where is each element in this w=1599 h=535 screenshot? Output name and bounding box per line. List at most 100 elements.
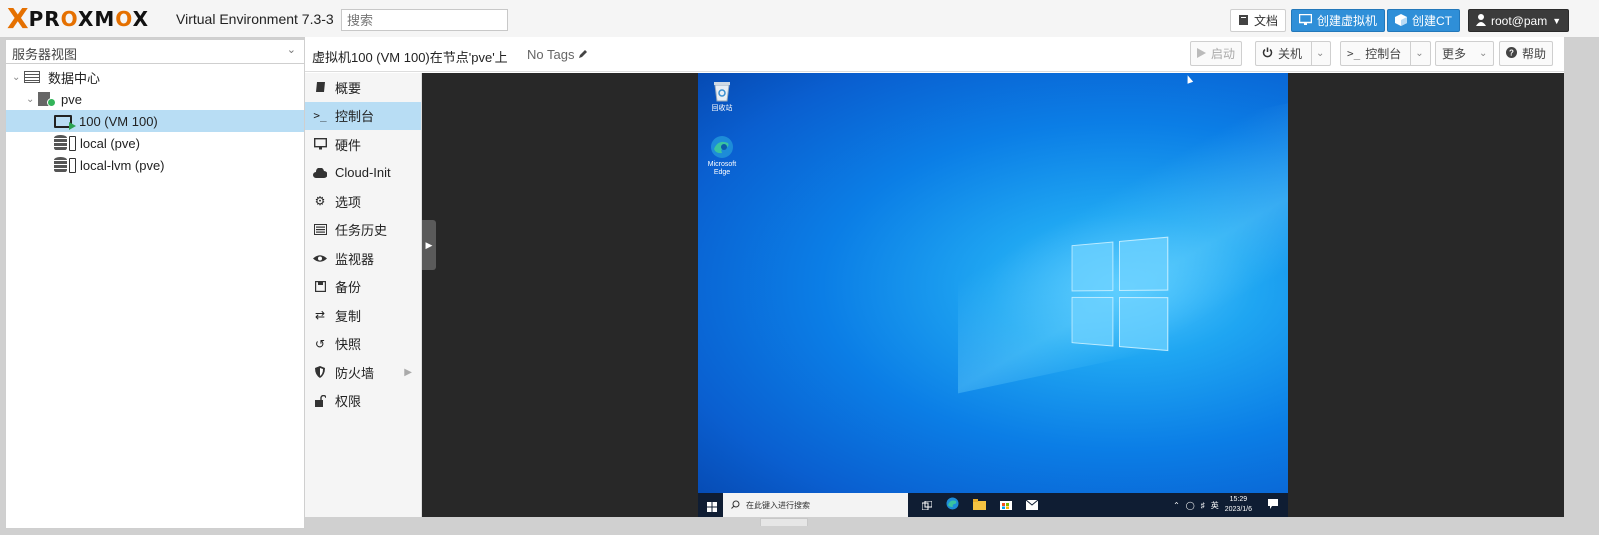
chevron-right-icon: ▶ [404,366,412,378]
mail-icon[interactable] [1025,498,1039,513]
system-tray: ⌃ ◯ ♯ 英 15:29 2023/1/6 [1173,495,1278,515]
gear-icon: ⚙ [314,194,326,209]
retweet-icon: ⇄ [314,308,326,323]
windows-start-icon[interactable] [707,500,717,515]
tree-item-storage-local-lvm[interactable]: local-lvm (pve) [6,154,304,176]
console-button[interactable]: >_ 控制台 ⌄ [1340,41,1431,66]
chevron-up-icon[interactable]: ⌃ [1173,501,1180,510]
menu-item-monitor[interactable]: 监视器 [305,244,421,273]
menu-item-console[interactable]: >_ 控制台 [305,101,421,130]
tree-item-storage-local[interactable]: local (pve) [6,132,304,154]
resource-tree-panel: 服务器视图 ⌄ ⌄ 数据中心 ⌄ pve 100 (VM 100) local … [5,39,305,529]
chevron-down-icon: ▼ [1552,15,1562,26]
menu-item-firewall[interactable]: 防火墙 ▶ [305,358,421,387]
storage-status-icon [69,157,76,173]
menu-item-backup[interactable]: 备份 [305,273,421,302]
volume-icon[interactable]: ♯ [1201,501,1205,510]
proxmox-logo[interactable]: X PROXMOX [7,2,149,35]
recycle-bin-icon [710,79,734,103]
view-selector[interactable]: 服务器视图 ⌄ [6,40,304,64]
book-icon [313,81,327,93]
svg-text:?: ? [1509,48,1514,57]
eye-icon [313,254,327,263]
question-icon: ? [1506,46,1517,61]
user-menu-button[interactable]: root@pam ▼ [1468,9,1570,32]
create-vm-button[interactable]: 创建虚拟机 [1291,9,1386,32]
menu-item-replication[interactable]: ⇄ 复制 [305,301,421,330]
taskbar-edge-icon[interactable] [946,497,959,513]
network-icon[interactable]: ◯ [1186,501,1195,510]
shield-icon [313,366,327,379]
chevron-down-icon: ⌄ [286,44,296,56]
unlock-icon [313,394,327,407]
edge-icon [710,135,734,159]
search-icon [731,500,740,511]
input-language[interactable]: 英 [1211,500,1219,511]
vm-running-icon [54,114,76,130]
bottom-log-panel-toggle[interactable] [760,518,808,526]
desktop-icon-edge[interactable]: Microsoft Edge [702,135,742,177]
taskbar-clock[interactable]: 15:29 2023/1/6 [1225,495,1252,515]
more-button[interactable]: 更多 ⌄ [1435,41,1495,66]
menu-item-task-history[interactable]: 任务历史 [305,216,421,245]
windows-logo [1071,236,1175,356]
terminal-icon: >_ [313,109,327,123]
logo-x: X [7,2,29,35]
vm-header: 虚拟机100 (VM 100)在节点'pve'上 No Tags 启动 关机 ⌄… [305,37,1564,72]
power-icon [1262,47,1273,61]
list-icon [313,224,327,236]
storage-status-icon [69,135,76,151]
play-icon [1197,47,1206,61]
tags-area[interactable]: No Tags [527,47,588,62]
tree-item-datacenter[interactable]: ⌄ 数据中心 [6,66,304,88]
taskbar-search-box[interactable]: 在此键入进行搜索 [723,493,908,517]
windows-taskbar: 在此键入进行搜索 ⌃ ◯ ♯ 英 15:29 2023/1/6 [698,493,1288,517]
help-button[interactable]: ? 帮助 [1499,41,1554,66]
chevron-down-icon: ⌄ [1479,48,1488,59]
terminal-icon: >_ [1347,47,1361,60]
storage-icon [54,157,67,173]
tree-item-pve[interactable]: ⌄ pve [6,88,304,110]
floppy-icon [313,281,327,293]
notification-icon[interactable] [1268,499,1278,511]
pencil-icon[interactable] [578,47,588,62]
resource-tree: ⌄ 数据中心 ⌄ pve 100 (VM 100) local (pve) lo… [6,66,304,176]
logo-wordmark: PROXMOX [28,7,149,31]
console-sidebar-toggle[interactable]: ▶ [422,220,436,270]
desktop-icon-recycle-bin[interactable]: 回收站 [702,79,742,113]
file-explorer-icon[interactable] [973,498,986,513]
menu-item-cloud-init[interactable]: Cloud-Init [305,159,421,188]
shutdown-button[interactable]: 关机 ⌄ [1255,41,1332,66]
menu-item-permissions[interactable]: 权限 [305,387,421,416]
page-title: 虚拟机100 (VM 100)在节点'pve'上 [312,50,508,65]
search-input[interactable] [341,9,508,31]
node-online-icon [38,92,56,107]
menu-item-snapshots[interactable]: ↺ 快照 [305,330,421,359]
menu-item-options[interactable]: ⚙ 选项 [305,187,421,216]
mouse-cursor-icon [1184,74,1194,84]
monitor-icon [313,138,327,150]
book-icon [1238,14,1249,28]
user-icon [1476,13,1486,28]
chevron-down-icon[interactable]: ⌄ [1311,42,1324,65]
monitor-icon [1298,13,1313,28]
chevron-right-icon: ▶ [425,239,433,250]
tree-item-vm-100[interactable]: 100 (VM 100) [6,110,304,132]
docs-button[interactable]: 文档 [1230,9,1287,32]
windows-desktop[interactable]: 回收站 Microsoft Edge 在此键入进行搜索 ⌃ ◯ ♯ 英 15:2… [698,73,1288,517]
history-icon: ↺ [314,336,326,351]
top-bar: X PROXMOX Virtual Environment 7.3-3 文档 创… [0,0,1599,38]
task-view-icon[interactable] [921,498,933,513]
vnc-console[interactable]: ▶ 回收站 Microsoft Edge 在此键入进行搜索 ⌃ ◯ ♯ 英 15… [422,73,1564,517]
collapse-toggle-icon[interactable]: ⌄ [12,72,24,83]
create-ct-button[interactable]: 创建CT [1387,9,1460,32]
store-icon[interactable] [1000,498,1012,513]
datacenter-icon [24,71,40,83]
menu-item-hardware[interactable]: 硬件 [305,130,421,159]
storage-icon [54,135,67,151]
collapse-toggle-icon[interactable]: ⌄ [26,94,38,105]
cube-icon [1395,13,1407,28]
start-button[interactable]: 启动 [1190,41,1243,66]
chevron-down-icon[interactable]: ⌄ [1410,42,1424,65]
menu-item-summary[interactable]: 概要 [305,73,421,102]
